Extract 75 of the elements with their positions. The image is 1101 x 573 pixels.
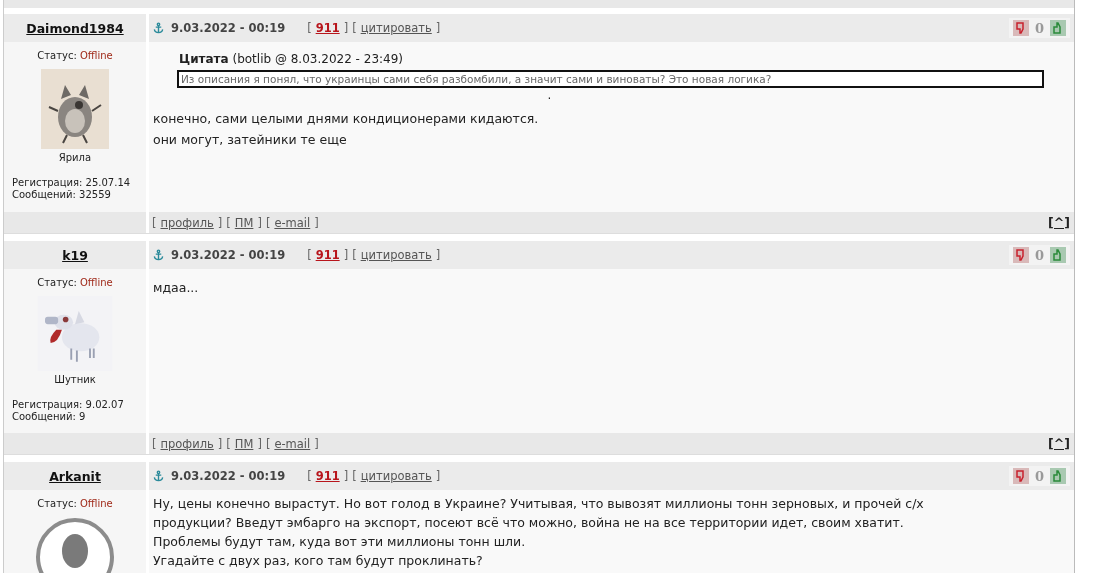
thumbs-down-icon[interactable] bbox=[1012, 468, 1029, 484]
bracket: ] bbox=[257, 215, 262, 230]
quote-link[interactable]: цитировать bbox=[360, 248, 432, 262]
status-text: Статус: Offline bbox=[37, 50, 113, 61]
rating-count: 0 bbox=[1034, 20, 1044, 36]
bracket: [ bbox=[307, 469, 312, 483]
author-link[interactable]: Daimond1984 bbox=[26, 20, 124, 36]
bracket: ] bbox=[217, 436, 223, 451]
post-text: Угадайте с двух раз, кого там будут проклинать? bbox=[153, 552, 484, 570]
bracket: ] bbox=[257, 436, 262, 451]
post-date: 9.03.2022 - 00:19 bbox=[171, 248, 286, 262]
bracket: ] bbox=[435, 469, 441, 483]
post-date: 9.03.2022 - 00:19 bbox=[171, 21, 286, 35]
bracket: [ bbox=[265, 436, 271, 451]
user-info: Сообщений: 9 bbox=[12, 411, 87, 423]
bracket: ] bbox=[314, 436, 319, 451]
bracket: [ bbox=[352, 248, 357, 262]
quote-header: Цитата (botlib @ 8.03.2022 - 23:49) bbox=[179, 52, 405, 66]
footer-link[interactable]: профиль bbox=[160, 215, 214, 230]
user-info: Регистрация: 25.07.14 bbox=[12, 177, 132, 189]
author-link[interactable]: Arkanit bbox=[49, 468, 101, 484]
quote-link[interactable]: цитировать bbox=[360, 469, 432, 483]
post-text: конечно, сами целыми днями кондиционерами кидаются. bbox=[153, 110, 540, 128]
post-date: 9.03.2022 - 00:19 bbox=[171, 469, 286, 483]
bracket: [ bbox=[352, 21, 357, 35]
footer-link[interactable]: профиль bbox=[160, 436, 214, 451]
thumbs-up-icon[interactable] bbox=[1050, 468, 1066, 484]
bracket: [ bbox=[307, 248, 312, 262]
rating-count: 0 bbox=[1034, 247, 1044, 263]
bracket: [ bbox=[152, 215, 157, 230]
quote-link[interactable]: цитировать bbox=[360, 21, 432, 35]
report-link[interactable]: 911 bbox=[315, 21, 340, 35]
post-text: мдаа... bbox=[153, 279, 200, 297]
thumbs-up-icon[interactable] bbox=[1050, 20, 1066, 36]
bracket: [ bbox=[226, 436, 231, 451]
thumbs-up-icon[interactable] bbox=[1050, 247, 1066, 263]
thumbs-down-icon[interactable] bbox=[1012, 20, 1029, 36]
anchor-icon[interactable] bbox=[153, 470, 164, 482]
bracket: ] bbox=[343, 248, 349, 262]
report-link[interactable]: 911 bbox=[315, 248, 340, 262]
post-text: они могут, затейники те еще bbox=[153, 131, 348, 149]
back-to-top-link[interactable]: [^] bbox=[1048, 436, 1070, 451]
user-rank: Ярила bbox=[58, 152, 92, 163]
user-info: Регистрация: 9.02.07 bbox=[12, 399, 125, 411]
bracket: ] bbox=[343, 21, 349, 35]
status-text: Статус: Offline bbox=[37, 277, 113, 288]
bracket: ] bbox=[435, 248, 441, 262]
bracket: ] bbox=[217, 215, 223, 230]
bracket: [ bbox=[265, 215, 271, 230]
user-info: Сообщений: 32559 bbox=[12, 189, 112, 201]
bracket: ] bbox=[343, 469, 349, 483]
footer-link[interactable]: e-mail bbox=[274, 215, 311, 230]
bracket: [ bbox=[352, 469, 357, 483]
footer-link[interactable]: ПМ bbox=[234, 436, 254, 451]
user-rank: Шутник bbox=[54, 374, 96, 385]
thumbs-down-icon[interactable] bbox=[1012, 247, 1029, 263]
bracket: ] bbox=[314, 215, 319, 230]
anchor-icon[interactable] bbox=[153, 22, 164, 34]
footer-link[interactable]: e-mail bbox=[274, 436, 311, 451]
quote-text: Из описания я понял, что украинцы сами себя разбомбили, а значит сами и виноваты? Это новая логика? bbox=[177, 70, 1044, 88]
author-link[interactable]: k19 bbox=[62, 247, 88, 263]
report-link[interactable]: 911 bbox=[315, 469, 340, 483]
bracket: [ bbox=[307, 21, 312, 35]
post-text: Проблемы будут там, куда вот эти миллионы тонн шли. bbox=[153, 533, 527, 551]
bracket: [ bbox=[226, 215, 231, 230]
quote-dot: . bbox=[547, 88, 552, 102]
bracket: ] bbox=[435, 21, 441, 35]
anchor-icon[interactable] bbox=[153, 249, 164, 261]
status-text: Статус: Offline bbox=[37, 498, 113, 509]
bracket: [ bbox=[152, 436, 157, 451]
rating-count: 0 bbox=[1034, 468, 1044, 484]
footer-link[interactable]: ПМ bbox=[234, 215, 254, 230]
post-text: Ну, цены конечно вырастут. Но вот голод в Украине? Учитывая, что вывозят миллионы тонн зерновых, и прочей с/х bbox=[153, 495, 925, 513]
post-text: продукции? Введут эмбарго на экспорт, посеют всё что можно, война не на все территории идет, своим хватит. bbox=[153, 514, 905, 532]
back-to-top-link[interactable]: [^] bbox=[1048, 215, 1070, 230]
